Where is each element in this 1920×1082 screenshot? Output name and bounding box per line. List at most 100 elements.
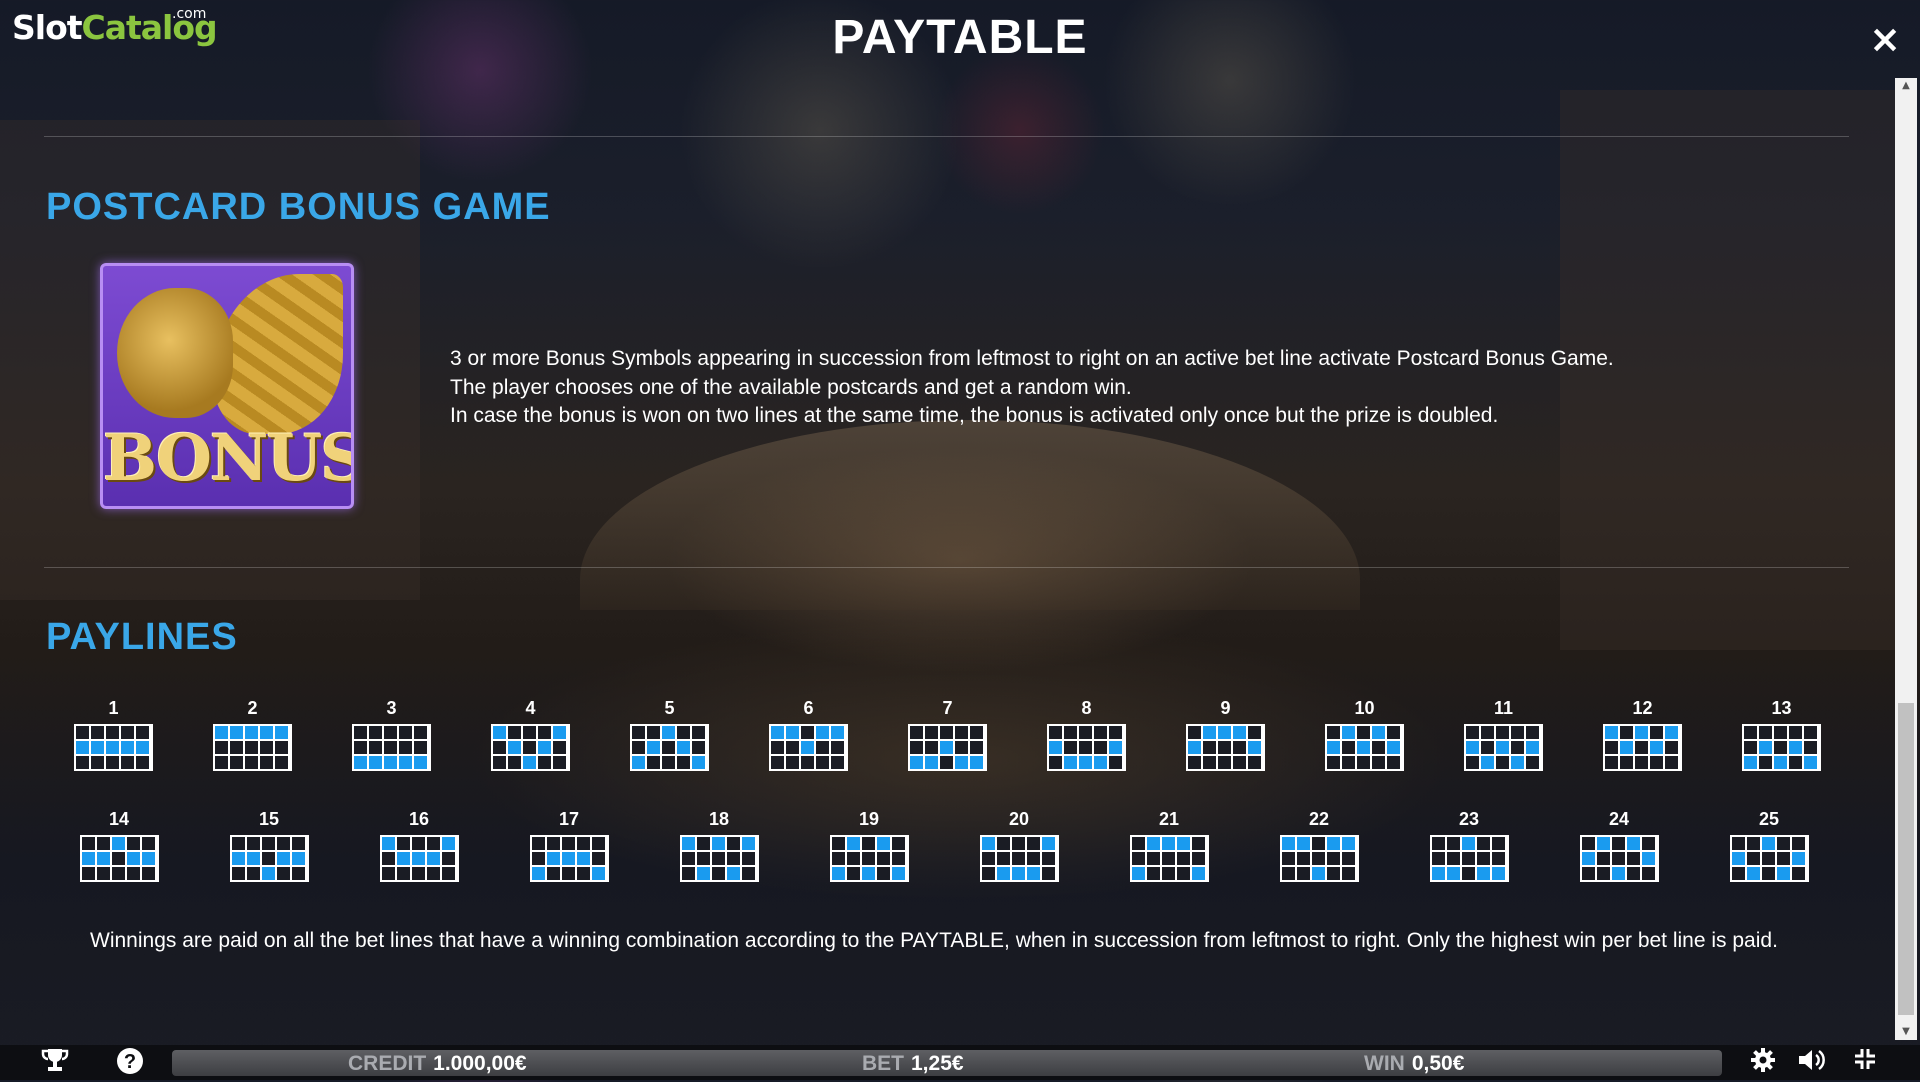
payline-cell-active <box>831 726 844 739</box>
payline-cell <box>677 756 690 769</box>
payline-grid <box>529 835 609 882</box>
payline-cell <box>632 741 645 754</box>
payline-cell <box>591 852 605 865</box>
payline-cell <box>384 726 397 739</box>
payline-cell <box>1011 852 1025 865</box>
payline-cell <box>136 726 149 739</box>
payline-cell-active <box>411 852 425 865</box>
payline-cell-active <box>681 837 695 850</box>
payline-cell-active <box>1581 852 1595 865</box>
payline-cell-active <box>1665 726 1678 739</box>
payline-cell <box>76 756 89 769</box>
credit-display: CREDIT 1.000,00€ <box>348 1050 527 1076</box>
payline-cell <box>1203 741 1216 754</box>
payline-cell <box>426 837 440 850</box>
payline-cell <box>1131 852 1145 865</box>
scrollbar-thumb[interactable] <box>1898 703 1914 1015</box>
payline-cell <box>561 867 575 880</box>
payline-cell-active <box>493 726 506 739</box>
payline-cell <box>981 852 995 865</box>
payline-number: 5 <box>664 698 675 718</box>
payline-cell <box>692 726 705 739</box>
payline-cell <box>411 837 425 850</box>
payline-cell <box>136 756 149 769</box>
payline-cell <box>1789 726 1802 739</box>
payline-cell <box>276 867 290 880</box>
payline-cell-active <box>726 867 740 880</box>
payline-5: 5 <box>600 698 739 771</box>
payline-cell-active <box>1176 837 1190 850</box>
payline-cell <box>846 852 860 865</box>
scroll-up-arrow-icon[interactable]: ▲ <box>1895 78 1917 94</box>
payline-cell <box>1064 741 1077 754</box>
payline-cell <box>786 741 799 754</box>
payline-cell-active <box>141 852 155 865</box>
payline-cell <box>981 867 995 880</box>
payline-cell <box>1026 837 1040 850</box>
payline-23: 23 <box>1394 809 1544 882</box>
sound-icon[interactable] <box>1796 1047 1830 1077</box>
bonus-symbol-image: BONUS <box>100 263 354 509</box>
win-value: 0,50€ <box>1411 1052 1465 1075</box>
payline-cell <box>1744 741 1757 754</box>
payline-cell <box>662 756 675 769</box>
bet-display: BET 1,25€ <box>862 1050 964 1076</box>
payline-grid <box>352 724 431 771</box>
payline-21: 21 <box>1094 809 1244 882</box>
payline-cell <box>1161 852 1175 865</box>
payline-cell <box>1049 726 1062 739</box>
payline-cell <box>1496 726 1509 739</box>
payline-grid <box>79 835 159 882</box>
fullscreen-icon[interactable] <box>1848 1047 1882 1077</box>
payline-cell-active <box>538 741 551 754</box>
payline-cell-active <box>1326 837 1340 850</box>
payline-cell <box>399 726 412 739</box>
payline-cell-active <box>215 726 228 739</box>
payline-cell-active <box>696 867 710 880</box>
status-pill: CREDIT 1.000,00€ BET 1,25€ WIN 0,50€ <box>172 1050 1722 1076</box>
payline-cell-active <box>591 867 605 880</box>
bottom-status-bar: ? CREDIT 1.000,00€ BET 1,25€ WIN 0,50€ <box>0 1045 1920 1080</box>
payline-grid <box>1186 724 1265 771</box>
payline-cell <box>1146 852 1160 865</box>
payline-cell <box>1041 867 1055 880</box>
scroll-down-arrow-icon[interactable]: ▼ <box>1895 1024 1917 1040</box>
payline-cell <box>381 852 395 865</box>
payline-cell <box>1581 837 1595 850</box>
payline-cell <box>96 837 110 850</box>
payline-cell <box>231 837 245 850</box>
payline-cell <box>1296 867 1310 880</box>
payline-cell <box>1176 852 1190 865</box>
payline-cell <box>1476 837 1490 850</box>
payline-number: 13 <box>1771 698 1792 718</box>
payline-cell <box>1203 756 1216 769</box>
payline-cell-active <box>1327 741 1340 754</box>
payline-number: 22 <box>1308 809 1330 829</box>
payline-cell <box>861 837 875 850</box>
payline-cell <box>1744 726 1757 739</box>
divider-middle <box>44 567 1849 568</box>
settings-icon[interactable] <box>1746 1047 1780 1077</box>
payline-cell-active <box>1605 726 1618 739</box>
payline-cell <box>1049 756 1062 769</box>
payline-cell <box>141 867 155 880</box>
payline-cell <box>1774 726 1787 739</box>
trophy-icon[interactable] <box>38 1047 72 1077</box>
payline-grid <box>1325 724 1404 771</box>
payline-cell-active <box>1746 867 1760 880</box>
close-icon[interactable]: × <box>1868 20 1902 58</box>
scrollbar[interactable]: ▲ ▼ <box>1895 78 1917 1040</box>
credit-value: 1.000,00€ <box>433 1052 527 1075</box>
payline-cell-active <box>1311 867 1325 880</box>
payline-cell <box>399 741 412 754</box>
paylines-footnote: Winnings are paid on all the bet lines t… <box>90 929 1778 952</box>
payline-cell <box>126 837 140 850</box>
payline-grid <box>491 724 570 771</box>
payline-10: 10 <box>1295 698 1434 771</box>
payline-cell-active <box>940 741 953 754</box>
help-icon[interactable]: ? <box>113 1047 147 1077</box>
payline-cell-active <box>91 741 104 754</box>
payline-grid <box>1047 724 1126 771</box>
payline-cell-active <box>861 867 875 880</box>
payline-cell-active <box>1131 867 1145 880</box>
